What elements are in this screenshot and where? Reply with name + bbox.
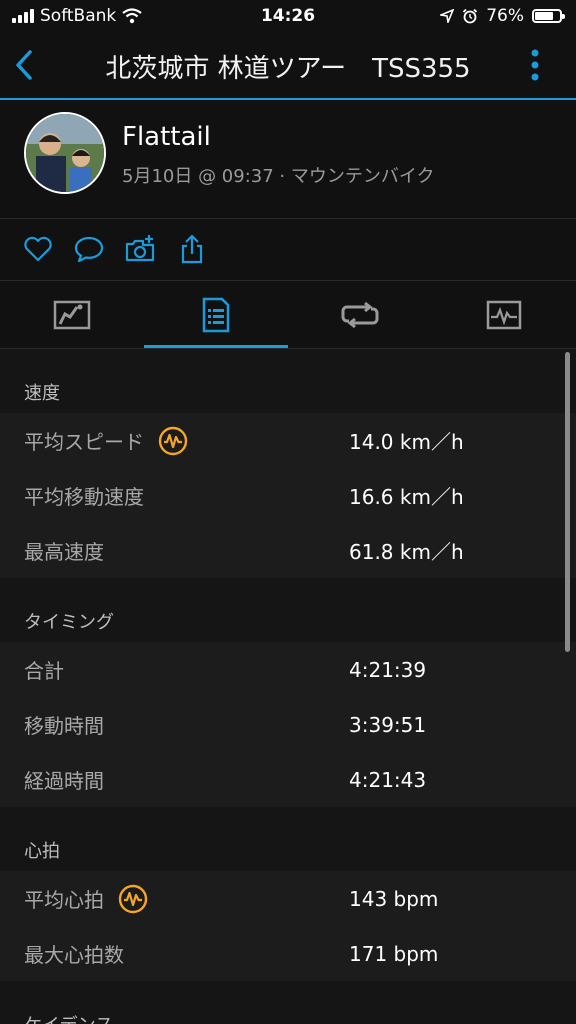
stats-content[interactable]: 速度 平均スピード 14.0 km／h 平均移動速度 16.6 km／h 最高速…: [0, 349, 576, 1024]
avatar[interactable]: [24, 112, 106, 194]
stat-label-text: 平均スピード: [24, 430, 144, 454]
chart-tab-icon: [486, 300, 522, 329]
profile-name[interactable]: Flattail: [122, 122, 211, 152]
more-options-icon[interactable]: [530, 48, 540, 82]
stat-row: 移動時間 3:39:51: [0, 697, 576, 752]
page-title: 北茨城市 林道ツアー TSS355: [105, 54, 471, 84]
section-timing-title: タイミング: [0, 578, 576, 642]
tab-map[interactable]: [0, 281, 144, 348]
pulse-badge-icon: [158, 426, 188, 455]
stat-value: 14.0 km／h: [349, 430, 464, 454]
map-tab-icon: [53, 300, 91, 329]
tab-laps[interactable]: [288, 281, 432, 348]
stat-label: 経過時間: [24, 769, 104, 793]
tab-bar: [0, 281, 576, 349]
stat-row: 最大心拍数 171 bpm: [0, 926, 576, 981]
stat-value: 4:21:39: [349, 657, 427, 682]
battery-percent: 76%: [486, 6, 524, 26]
heart-icon[interactable]: [22, 233, 54, 265]
stat-label: 移動時間: [24, 714, 104, 738]
stat-value: 171 bpm: [349, 941, 439, 966]
stat-value: 61.8 km／h: [349, 540, 464, 564]
alarm-icon: [463, 8, 478, 24]
stat-row: 平均スピード 14.0 km／h: [0, 413, 576, 468]
hr-group: 平均心拍 143 bpm 最大心拍数 171 bpm: [0, 871, 576, 981]
pulse-badge-icon: [118, 884, 148, 913]
stat-value: 16.6 km／h: [349, 485, 464, 509]
section-cadence-title: ケイデンス: [0, 981, 576, 1024]
tab-charts[interactable]: [432, 281, 576, 348]
stat-label: 最大心拍数: [24, 943, 124, 967]
stat-label-text: 平均心拍: [24, 888, 104, 912]
camera-add-icon[interactable]: [124, 233, 156, 265]
stat-label: 平均スピード: [24, 426, 188, 456]
scrollbar[interactable]: [565, 352, 570, 652]
stat-label: 合計: [24, 659, 64, 683]
action-bar: [0, 219, 576, 281]
back-chevron-icon[interactable]: [12, 48, 36, 82]
status-right: 76%: [440, 6, 565, 26]
section-hr-title: 心拍: [0, 807, 576, 871]
tab-details[interactable]: [144, 281, 288, 348]
status-bar: SoftBank 14:26 76%: [0, 0, 576, 32]
stat-label: 平均移動速度: [24, 485, 144, 509]
avatar-photo: [26, 114, 104, 192]
stat-row: 平均心拍 143 bpm: [0, 871, 576, 926]
profile-header: Flattail 5月10日 @ 09:37 · マウンテンバイク: [0, 100, 576, 219]
section-speed-title: 速度: [0, 349, 576, 413]
stat-value: 3:39:51: [349, 712, 427, 737]
share-icon[interactable]: [176, 233, 208, 265]
stat-value: 4:21:43: [349, 767, 427, 792]
timing-group: 合計 4:21:39 移動時間 3:39:51 経過時間 4:21:43: [0, 642, 576, 807]
stat-row: 合計 4:21:39: [0, 642, 576, 697]
stat-label: 最高速度: [24, 540, 104, 564]
nav-bar: 北茨城市 林道ツアー TSS355: [0, 32, 576, 100]
stat-row: 経過時間 4:21:43: [0, 752, 576, 807]
comment-icon[interactable]: [73, 233, 105, 265]
battery-icon: [532, 9, 565, 23]
stat-label: 平均心拍: [24, 884, 148, 914]
location-icon: [440, 9, 455, 23]
stat-value: 143 bpm: [349, 886, 439, 911]
stat-row: 最高速度 61.8 km／h: [0, 523, 576, 578]
activity-meta: 5月10日 @ 09:37 · マウンテンバイク: [122, 166, 435, 187]
speed-group: 平均スピード 14.0 km／h 平均移動速度 16.6 km／h 最高速度 6…: [0, 413, 576, 578]
details-tab-icon: [202, 297, 230, 332]
stat-row: 平均移動速度 16.6 km／h: [0, 468, 576, 523]
laps-tab-icon: [341, 301, 379, 328]
